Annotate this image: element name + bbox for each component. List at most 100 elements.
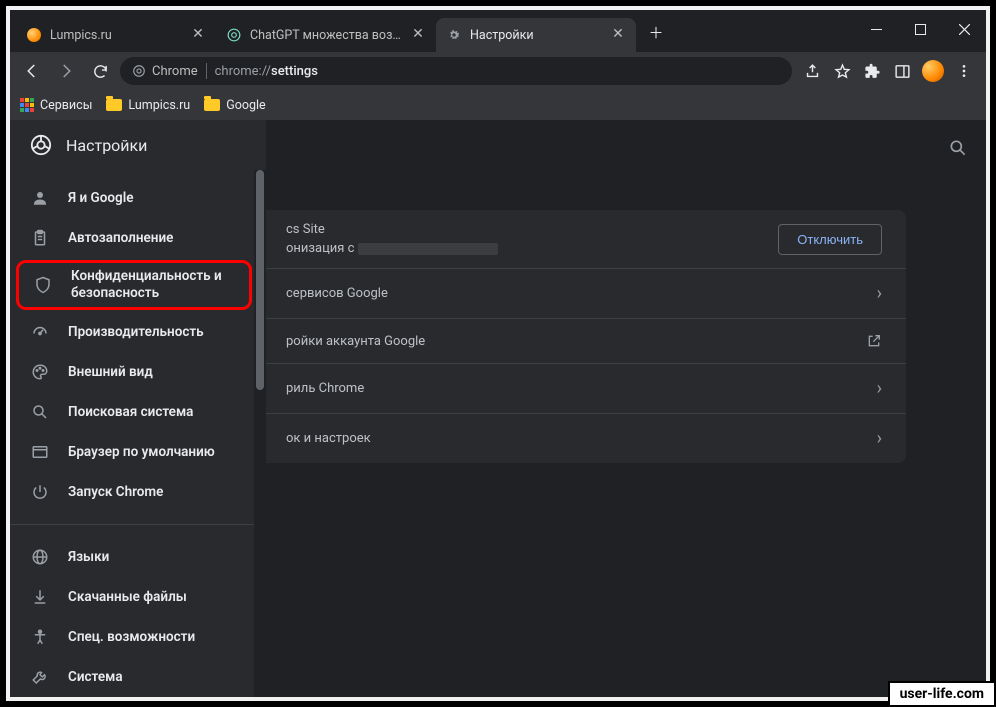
globe-icon: [30, 547, 50, 567]
sidebar-item-performance[interactable]: Производительность: [10, 312, 266, 352]
row-label: ройки аккаунта Google: [286, 334, 425, 349]
sidebar-label: Система: [68, 669, 123, 685]
reload-button[interactable]: [86, 57, 114, 85]
download-icon: [30, 587, 50, 607]
sidepanel-icon[interactable]: [892, 61, 912, 81]
separator: [206, 63, 207, 79]
sidebar-item-search[interactable]: Поисковая система: [10, 392, 266, 432]
settings-main: cs Site онизация с Отключить сервисов Go…: [266, 120, 986, 697]
omnibox[interactable]: Chrome chrome://settings: [120, 57, 792, 85]
titlebar: Lumpics.ru ✕ ChatGPT множества возможн ✕…: [10, 10, 986, 52]
sidebar-item-you-and-google[interactable]: Я и Google: [10, 178, 266, 218]
settings-cards: cs Site онизация с Отключить сервисов Go…: [266, 210, 906, 475]
sidebar-item-autofill[interactable]: Автозаполнение: [10, 218, 266, 258]
sidebar-item-downloads[interactable]: Скачанные файлы: [10, 577, 266, 617]
scrollbar-track[interactable]: [254, 170, 266, 697]
minimize-button[interactable]: [854, 12, 898, 46]
card-row-chrome-profile[interactable]: риль Chrome ›: [266, 363, 906, 413]
sidebar-label: Конфиденциальность и безопасность: [71, 268, 229, 302]
sidebar-label: Производительность: [68, 324, 204, 340]
sync-card-header: cs Site онизация с Отключить: [266, 210, 906, 268]
scrollbar-thumb[interactable]: [256, 170, 264, 390]
card-row-google-services[interactable]: сервисов Google ›: [266, 268, 906, 318]
extensions-icon[interactable]: [862, 61, 882, 81]
sidebar-label: Спец. возможности: [68, 629, 195, 645]
close-window-button[interactable]: [942, 12, 986, 46]
sidebar-label: Запуск Chrome: [68, 484, 163, 500]
window-controls: [854, 12, 986, 46]
sidebar-item-default-browser[interactable]: Браузер по умолчанию: [10, 432, 266, 472]
window-icon: [30, 442, 50, 462]
apps-label: Сервисы: [40, 98, 92, 113]
sidebar-item-system[interactable]: Система: [10, 657, 266, 697]
sidebar-label: Поисковая система: [68, 404, 193, 420]
sidebar-title: Настройки: [66, 136, 147, 155]
sidebar-label: Внешний вид: [68, 364, 153, 380]
maximize-button[interactable]: [898, 12, 942, 46]
bookmarks-bar: Сервисы Lumpics.ru Google: [10, 90, 986, 120]
url-prefix: Chrome: [152, 64, 198, 79]
chevron-right-icon: ›: [877, 378, 882, 399]
clipboard-icon: [30, 228, 50, 248]
main-search-button[interactable]: [930, 120, 986, 176]
folder-icon: [204, 99, 220, 111]
sidebar-scroll: Я и Google Автозаполнение Конфиденциальн…: [10, 170, 266, 697]
tab-lumpics[interactable]: Lumpics.ru ✕: [16, 18, 216, 52]
favicon-gear-icon: [446, 27, 462, 43]
sidebar-label: Автозаполнение: [68, 230, 173, 246]
apps-shortcut[interactable]: Сервисы: [20, 98, 92, 113]
external-link-icon: [866, 333, 882, 349]
speed-icon: [30, 322, 50, 342]
wrench-icon: [30, 667, 50, 687]
search-icon: [30, 402, 50, 422]
chrome-logo-icon: [30, 134, 52, 156]
tab-settings[interactable]: Настройки ✕: [436, 18, 636, 52]
forward-button[interactable]: [52, 57, 80, 85]
settings-sidebar: Настройки Я и Google Автозаполнение Конф…: [10, 120, 266, 697]
tab-chatgpt[interactable]: ChatGPT множества возможн ✕: [216, 18, 436, 52]
watermark: user-life.com: [888, 681, 996, 707]
favicon-chatgpt-icon: [226, 27, 242, 43]
sidebar-label: Скачанные файлы: [68, 589, 187, 605]
shield-icon: [33, 275, 53, 295]
url-text: chrome://settings: [215, 64, 318, 79]
tab-title: Lumpics.ru: [50, 28, 182, 43]
close-icon[interactable]: ✕: [190, 27, 206, 43]
close-icon[interactable]: ✕: [610, 27, 626, 43]
chevron-right-icon: ›: [877, 428, 882, 449]
apps-grid-icon: [20, 98, 34, 112]
disable-sync-button[interactable]: Отключить: [778, 224, 882, 255]
share-icon[interactable]: [802, 61, 822, 81]
new-tab-button[interactable]: ＋: [642, 18, 670, 46]
sidebar-item-languages[interactable]: Языки: [10, 537, 266, 577]
palette-icon: [30, 362, 50, 382]
sidebar-header: Настройки: [10, 120, 266, 170]
row-label: риль Chrome: [286, 381, 364, 396]
address-bar: Chrome chrome://settings: [10, 52, 986, 90]
sidebar-label: Языки: [68, 549, 109, 565]
favicon-orange-icon: [26, 27, 42, 43]
content-area: Настройки Я и Google Автозаполнение Конф…: [10, 120, 986, 697]
bookmark-google[interactable]: Google: [204, 98, 265, 113]
sync-card: cs Site онизация с Отключить сервисов Go…: [266, 210, 906, 463]
back-button[interactable]: [18, 57, 46, 85]
bookmark-lumpics[interactable]: Lumpics.ru: [106, 98, 190, 113]
bookmark-star-icon[interactable]: [832, 61, 852, 81]
tab-title: ChatGPT множества возможн: [250, 28, 402, 43]
sidebar-item-startup[interactable]: Запуск Chrome: [10, 472, 266, 512]
row-label: ок и настроек: [286, 431, 371, 446]
chrome-chip: Chrome: [132, 64, 198, 79]
person-icon: [30, 188, 50, 208]
menu-icon[interactable]: [954, 61, 974, 81]
power-icon: [30, 482, 50, 502]
close-icon[interactable]: ✕: [410, 27, 426, 43]
profile-avatar[interactable]: [922, 60, 944, 82]
sidebar-item-appearance[interactable]: Внешний вид: [10, 352, 266, 392]
sync-subtitle: онизация с: [286, 241, 498, 256]
folder-icon: [106, 99, 122, 111]
card-row-bookmarks-settings[interactable]: ок и настроек ›: [266, 413, 906, 463]
redacted-email: [358, 243, 498, 255]
sidebar-item-accessibility[interactable]: Спец. возможности: [10, 617, 266, 657]
card-row-google-account[interactable]: ройки аккаунта Google: [266, 318, 906, 363]
sidebar-item-privacy[interactable]: Конфиденциальность и безопасность: [16, 260, 252, 310]
